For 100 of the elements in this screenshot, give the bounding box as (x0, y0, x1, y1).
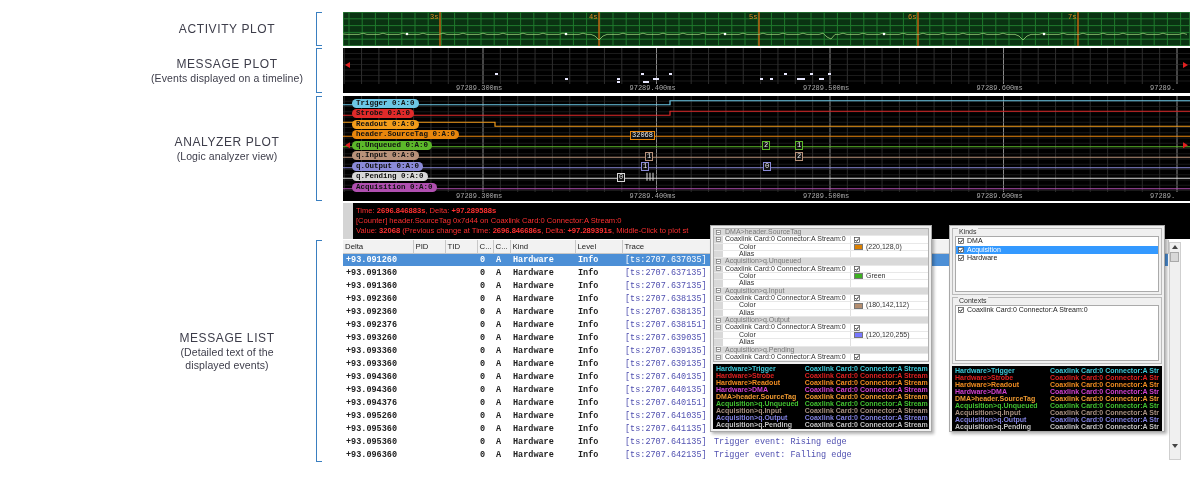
table-cell[interactable]: +93.093360 (343, 344, 413, 358)
collapse-icon[interactable] (716, 237, 721, 242)
checkbox[interactable] (958, 307, 964, 314)
table-cell-text: 0 (479, 435, 487, 449)
table-cell[interactable]: +93.095360 (343, 422, 413, 436)
table-cell-text: [ts:2707.638135] (624, 292, 708, 306)
table-cell-text: 0 (479, 357, 487, 371)
table-cell-text: 0 (479, 449, 487, 462)
table-cell[interactable]: +93.091360 (343, 266, 413, 280)
table-cell-text: Hardware (512, 279, 555, 293)
table-cell[interactable]: +93.092376 (343, 318, 413, 332)
table-cell: Info (575, 266, 622, 280)
table-cell: 0 (477, 266, 493, 280)
table-cell-text: [ts:2707.640151] (624, 396, 708, 410)
table-cell-text: Info (577, 279, 600, 293)
checkbox[interactable] (958, 246, 964, 253)
scroll-up-icon[interactable] (1171, 245, 1178, 249)
table-cell-text: A (495, 422, 503, 436)
table-cell-text: A (495, 305, 503, 319)
table-cell-text: A (495, 292, 503, 306)
table-cell-text: Hardware (512, 331, 555, 345)
table-cell-text: A (495, 435, 503, 449)
table-cell-text: Info (577, 409, 600, 423)
table-cell-text: Info (577, 344, 600, 358)
collapse-icon[interactable] (716, 347, 721, 353)
checkbox[interactable] (854, 265, 860, 272)
table-cell-text: Hardware (512, 422, 555, 436)
table-cell-text: Info (577, 435, 600, 449)
table-cell[interactable]: +93.091360 (343, 279, 413, 293)
table-cell[interactable]: +93.094376 (343, 396, 413, 410)
table-cell[interactable]: +93.092360 (343, 292, 413, 306)
checkbox[interactable] (958, 255, 964, 262)
table-cell-text: Info (577, 318, 600, 332)
table-cell-text: 0 (479, 318, 487, 332)
table-cell[interactable]: +93.093360 (343, 357, 413, 371)
table-cell-text: A (495, 370, 503, 384)
collapse-icon[interactable] (716, 259, 721, 265)
checkbox[interactable] (854, 236, 860, 243)
table-cell-text: A (495, 318, 503, 332)
collapse-icon[interactable] (716, 229, 721, 235)
table-cell[interactable]: +93.095360 (343, 435, 413, 449)
color-swatch[interactable] (854, 273, 863, 280)
table-cell-text: Info (577, 331, 600, 345)
table-cell-text: Info (577, 292, 600, 306)
section-title: MESSAGE PLOT (176, 56, 278, 72)
checkbox[interactable] (854, 354, 860, 360)
table-cell-text: 0 (479, 422, 487, 436)
table-cell-text: Hardware (512, 357, 555, 371)
scroll-down-icon[interactable] (1171, 443, 1178, 448)
table-cell-text: A (495, 396, 503, 410)
table-cell[interactable]: +93.096360 (343, 448, 413, 462)
table-cell[interactable]: +93.094360 (343, 383, 413, 397)
table-cell[interactable]: +93.092360 (343, 305, 413, 319)
color-swatch[interactable] (854, 243, 863, 250)
table-cell-text: Trigger event: Falling edge (713, 449, 853, 462)
table-cell-text: A (495, 383, 503, 397)
collapse-icon[interactable] (716, 317, 721, 323)
color-swatch[interactable] (854, 332, 863, 338)
table-cell[interactable]: +93.094360 (343, 370, 413, 384)
table-cell: A (493, 266, 510, 280)
section-caption: (Events displayed on a timeline) (151, 71, 303, 85)
collapse-icon[interactable] (716, 295, 721, 301)
table-cell-text: Hardware (512, 396, 555, 410)
table-cell-text: [ts:2707.639035] (624, 331, 708, 345)
table-cell-text: Hardware (512, 370, 555, 384)
table-cell-text: [ts:2707.640135] (624, 383, 708, 397)
table-cell-text: [ts:2707.642135] (624, 449, 708, 462)
scrollbar[interactable] (1168, 242, 1181, 460)
table-cell[interactable]: +93.093260 (343, 331, 413, 345)
table-cell-text: A (495, 331, 503, 345)
table-cell-text: 0 (479, 331, 487, 345)
table-cell[interactable]: +93.095260 (343, 409, 413, 423)
table-cell-text: [ts:2707.641135] (624, 435, 708, 449)
table-cell-text: [ts:2707.638135] (624, 305, 708, 319)
color-swatch[interactable] (854, 302, 863, 309)
table-cell-text: 0 (479, 409, 487, 423)
scrollbar-thumb[interactable] (1170, 252, 1179, 262)
table-cell-text: A (495, 344, 503, 358)
table-cell-text: A (495, 357, 503, 371)
table-cell-text: 0 (479, 396, 487, 410)
checkbox[interactable] (958, 238, 964, 245)
table-cell-text: Hardware (512, 292, 555, 306)
table-cell: Hardware (510, 266, 575, 280)
table-cell-text: Info (577, 370, 600, 384)
checkbox[interactable] (854, 295, 860, 302)
checkbox[interactable] (854, 324, 860, 331)
table-cell-text: [ts:2707.637135] (624, 279, 708, 293)
table-cell-text: Info (577, 383, 600, 397)
table-cell-text: 0 (479, 370, 487, 384)
table-cell-text: 0 (479, 305, 487, 319)
collapse-icon[interactable] (716, 354, 721, 360)
collapse-icon[interactable] (716, 325, 721, 331)
table-cell-text: [ts:2707.641035] (624, 409, 708, 423)
table-cell-text: Hardware (512, 409, 555, 423)
table-cell: [ts:2707.637135] (622, 266, 711, 280)
table-cell-text: 0 (479, 292, 487, 306)
collapse-icon[interactable] (716, 288, 721, 294)
table-cell-text: Info (577, 357, 600, 371)
table-cell-text: A (495, 449, 503, 462)
collapse-icon[interactable] (716, 266, 721, 272)
